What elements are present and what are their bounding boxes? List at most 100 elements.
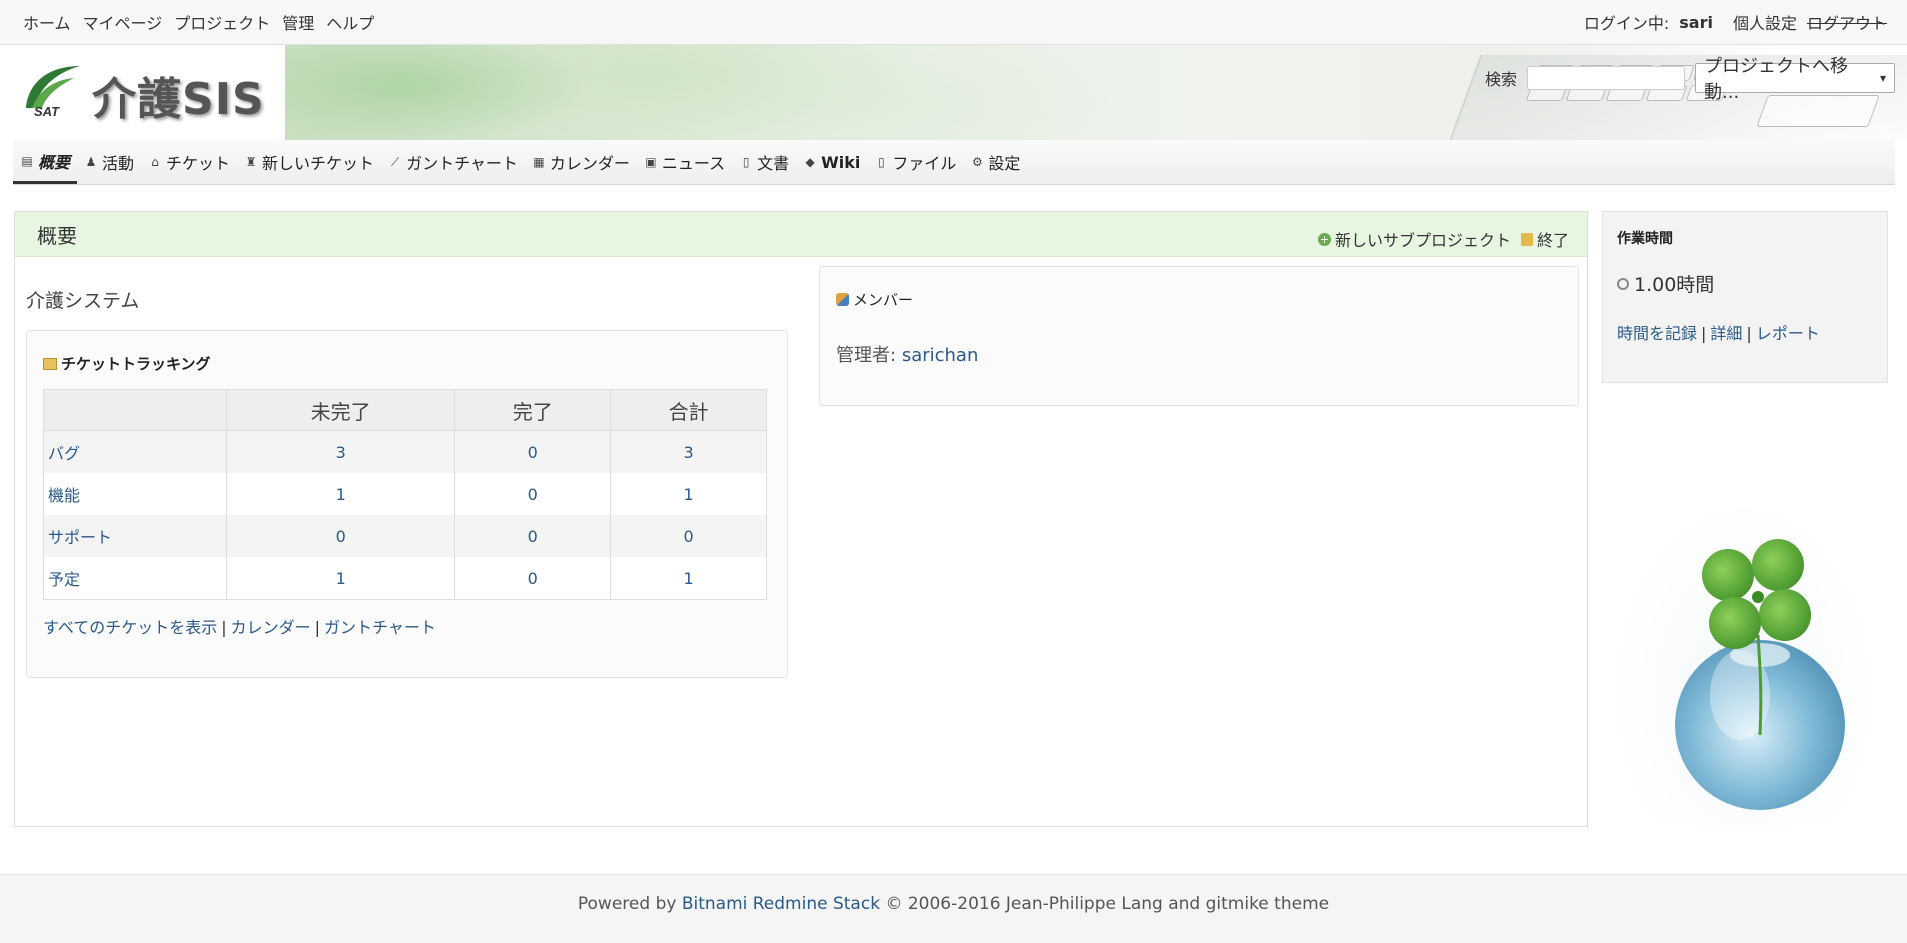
wiki-icon: ◆: [805, 155, 815, 169]
close-project-link[interactable]: 終了: [1520, 227, 1569, 251]
tab-label: 概要: [38, 152, 71, 172]
tab-label: チケット: [166, 154, 231, 173]
members-heading: メンバー: [836, 289, 913, 310]
table-row: バグ 3 0 3: [43, 430, 767, 473]
spent-time-box: 作業時間 1.00時間 時間を記録 | 詳細 | レポート: [1602, 211, 1888, 383]
tab-label: カレンダー: [549, 154, 630, 173]
spent-time-hours: 1.00時間: [1617, 270, 1714, 297]
top-link-help[interactable]: ヘルプ: [326, 10, 374, 34]
total-count-link[interactable]: 1: [683, 569, 693, 588]
tracker-link-plan[interactable]: 予定: [48, 570, 80, 589]
my-account-link[interactable]: 個人設定: [1733, 10, 1797, 34]
tab-issues[interactable]: ⌂ チケット: [141, 140, 237, 184]
new-subproject-link[interactable]: + 新しいサブプロジェクト: [1317, 227, 1511, 251]
view-all-issues-link[interactable]: すべてのチケットを表示: [43, 618, 217, 637]
footer-product-link[interactable]: Bitnami Redmine Stack: [682, 894, 880, 914]
top-link-my-page[interactable]: マイページ: [83, 10, 163, 34]
project-jump-select[interactable]: プロジェクトへ移動... ▾: [1695, 56, 1895, 103]
news-icon: ▣: [645, 155, 657, 169]
members-title: メンバー: [853, 291, 914, 309]
closed-count-link[interactable]: 0: [528, 527, 538, 546]
tracker-link-bug[interactable]: バグ: [48, 444, 80, 463]
issue-links: すべてのチケットを表示 | カレンダー | ガントチャート: [43, 614, 436, 638]
members-list: 管理者: sarichan: [836, 341, 978, 367]
log-time-link[interactable]: 時間を記録: [1617, 324, 1697, 343]
tab-files[interactable]: ▯ ファイル: [867, 140, 963, 184]
logout-link[interactable]: ログアウト: [1807, 10, 1887, 34]
top-link-admin[interactable]: 管理: [282, 10, 314, 34]
tab-documents[interactable]: ▯ 文書: [732, 140, 796, 184]
site-title[interactable]: 介護SIS: [92, 63, 265, 127]
tab-calendar[interactable]: ▦ カレンダー: [525, 140, 637, 184]
separator: |: [314, 618, 321, 637]
new-issue-icon: ♜: [245, 155, 257, 169]
add-icon: +: [1317, 232, 1331, 246]
closed-count-link[interactable]: 0: [528, 569, 538, 588]
tracker-link-support[interactable]: サポート: [48, 528, 112, 547]
tab-label: 新しいチケット: [262, 154, 375, 173]
top-menu-left: ホーム マイページ プロジェクト 管理 ヘルプ: [0, 10, 374, 34]
logged-in-label: ログイン中:: [1583, 14, 1670, 33]
settings-icon: ⚙: [972, 155, 983, 169]
members-box: メンバー 管理者: sarichan: [819, 266, 1579, 406]
issue-tracking-table: 未完了 完了 合計 バグ 3 0 3 機能 1 0 1 サポート 0 0 0 予…: [43, 389, 767, 600]
issue-tracking-box: チケットトラッキング 未完了 完了 合計 バグ 3 0 3 機能 1 0 1 サ…: [26, 330, 788, 678]
column-header: 合計: [610, 389, 767, 431]
total-count-link[interactable]: 0: [683, 527, 693, 546]
open-count-link[interactable]: 0: [336, 527, 346, 546]
gantt-link[interactable]: ガントチャート: [324, 618, 436, 637]
closed-count-link[interactable]: 0: [528, 443, 538, 462]
tab-wiki[interactable]: ◆ Wiki: [796, 140, 867, 184]
page-title: 概要: [37, 223, 77, 248]
column-header: 完了: [454, 389, 612, 431]
footer: Powered by Bitnami Redmine Stack © 2006-…: [0, 874, 1907, 943]
spent-time-links: 時間を記録 | 詳細 | レポート: [1617, 320, 1820, 344]
tab-activity[interactable]: ♟ 活動: [77, 140, 141, 184]
member-link[interactable]: sarichan: [902, 345, 979, 366]
svg-text:SAT: SAT: [34, 104, 60, 118]
separator: |: [1701, 324, 1707, 343]
gantt-icon: ⟋: [390, 154, 400, 169]
tab-overview[interactable]: ▤ 概要: [13, 140, 78, 184]
tab-settings[interactable]: ⚙ 設定: [963, 140, 1027, 184]
top-menu-right: ログイン中: sari 個人設定 ログアウト: [1584, 10, 1907, 34]
separator: |: [1746, 324, 1752, 343]
members-icon: [836, 293, 849, 306]
top-link-home[interactable]: ホーム: [23, 10, 71, 34]
close-project-label: 終了: [1536, 231, 1569, 250]
closed-count-link[interactable]: 0: [528, 485, 538, 504]
tab-gantt[interactable]: ⟋ ガントチャート: [381, 140, 525, 184]
dropdown-arrow-icon: ▾: [1879, 71, 1886, 85]
content-title-bar: 概要 + 新しいサブプロジェクト 終了: [15, 212, 1587, 257]
calendar-link[interactable]: カレンダー: [231, 618, 311, 637]
footer-powered-by: Powered by: [577, 894, 677, 914]
top-link-projects[interactable]: プロジェクト: [174, 10, 270, 34]
table-row: サポート 0 0 0: [43, 515, 767, 557]
tracker-link-feature[interactable]: 機能: [48, 486, 80, 505]
clover-vase-image: [1610, 495, 1878, 825]
open-count-link[interactable]: 1: [336, 485, 346, 504]
report-link[interactable]: レポート: [1756, 324, 1820, 343]
open-count-link[interactable]: 3: [336, 443, 346, 462]
calendar-icon: ▦: [533, 155, 545, 169]
tab-label: ガントチャート: [406, 154, 518, 173]
tab-label: Wiki: [821, 152, 861, 172]
tab-news[interactable]: ▣ ニュース: [637, 140, 732, 184]
hours-value: 1.00時間: [1634, 274, 1715, 296]
search-input[interactable]: [1527, 66, 1685, 90]
main-menu: ▤ 概要 ♟ 活動 ⌂ チケット ♜ 新しいチケット ⟋ ガントチャート ▦ カ…: [13, 140, 1895, 185]
open-count-link[interactable]: 1: [336, 569, 346, 588]
total-count-link[interactable]: 1: [683, 485, 693, 504]
details-link[interactable]: 詳細: [1710, 324, 1742, 343]
logged-in-user[interactable]: sari: [1679, 13, 1713, 32]
tab-label: ニュース: [661, 154, 726, 173]
total-count-link[interactable]: 3: [683, 443, 693, 462]
project-description: 介護システム: [26, 290, 140, 312]
sat-logo-icon: SAT: [26, 66, 80, 118]
member-role: 管理者:: [836, 345, 897, 366]
tab-new-issue[interactable]: ♜ 新しいチケット: [237, 140, 381, 184]
separator: |: [221, 618, 227, 637]
issue-tracking-heading: チケットトラッキング: [43, 353, 211, 374]
quick-search: 検索 プロジェクトへ移動... ▾: [1485, 56, 1895, 103]
project-jump-label: プロジェクトへ移動...: [1704, 56, 1848, 103]
